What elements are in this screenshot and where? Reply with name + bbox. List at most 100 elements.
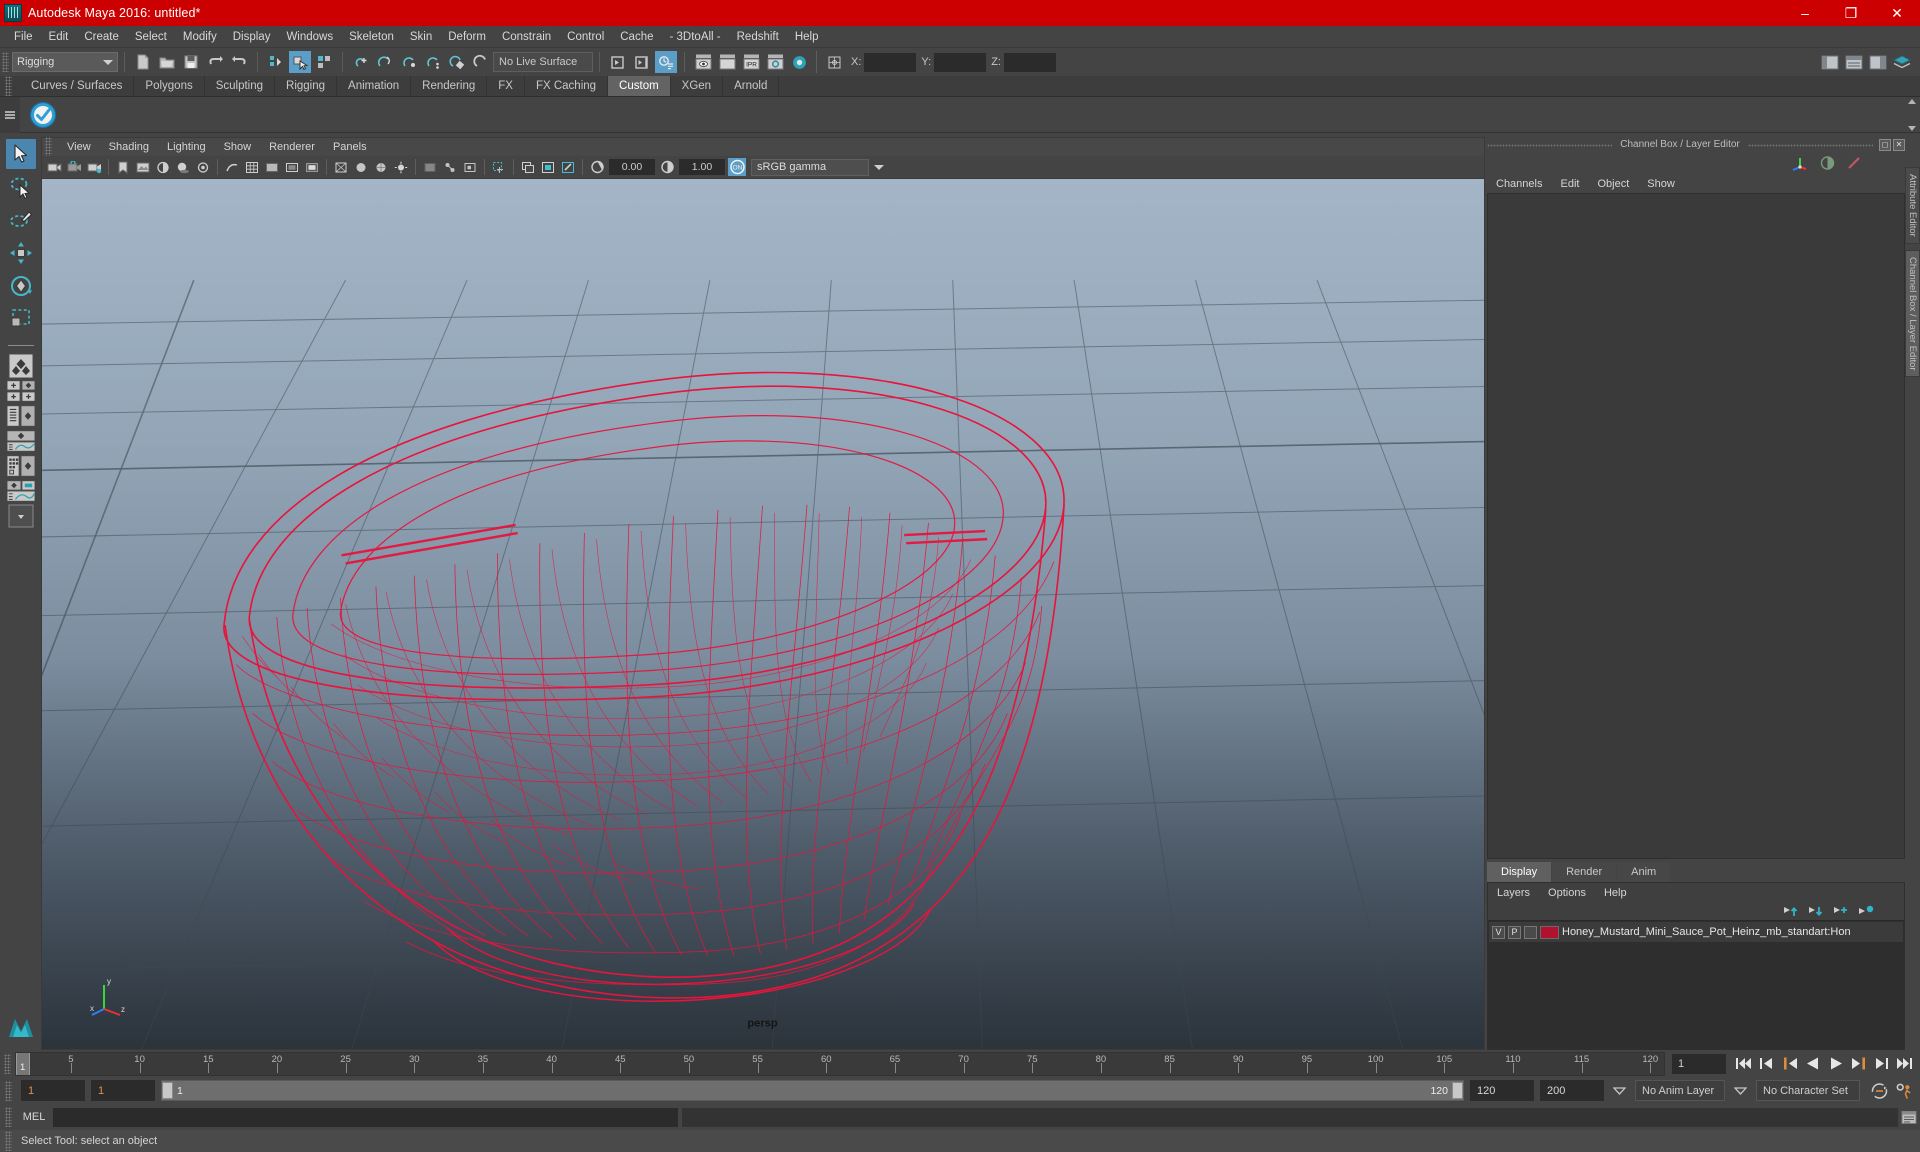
viewport-gripper[interactable]: [45, 137, 52, 157]
isolate-select-icon[interactable]: [490, 158, 508, 176]
auto-key-icon[interactable]: [1870, 1081, 1889, 1100]
ambient-occlusion-icon[interactable]: [194, 158, 212, 176]
layer-type-toggle[interactable]: [1524, 925, 1537, 939]
menu-cache[interactable]: Cache: [612, 29, 661, 45]
snap-to-pivot-icon[interactable]: [823, 51, 845, 73]
smooth-shade-icon[interactable]: [352, 158, 370, 176]
command-language-label[interactable]: MEL: [15, 1111, 53, 1123]
select-by-hierarchy-icon[interactable]: [265, 51, 287, 73]
coord-x-field[interactable]: [864, 52, 917, 72]
shelf-tab-polygons[interactable]: Polygons: [134, 76, 205, 96]
snap-view-plane-icon[interactable]: [446, 51, 468, 73]
menu-modify[interactable]: Modify: [175, 29, 225, 45]
shelf-tab-custom[interactable]: Custom: [608, 76, 671, 96]
live-surface-field[interactable]: No Live Surface: [493, 52, 593, 72]
color-profile-selector[interactable]: sRGB gamma: [751, 158, 869, 176]
close-button[interactable]: ✕: [1874, 0, 1920, 26]
ipr-render-icon[interactable]: IPR: [740, 51, 762, 73]
menu-redshift[interactable]: Redshift: [729, 29, 787, 45]
toggle-tool-settings-icon[interactable]: [1843, 51, 1865, 73]
layer-playback-toggle[interactable]: P: [1508, 925, 1521, 939]
render-setup-icon[interactable]: [764, 51, 786, 73]
layer-menu-layers[interactable]: Layers: [1488, 887, 1539, 899]
select-tool[interactable]: [5, 139, 36, 169]
toggle-layer-editor-icon[interactable]: [1891, 51, 1913, 73]
custom-checkmark-shelf-icon[interactable]: [28, 100, 58, 130]
film-gate-icon[interactable]: [263, 158, 281, 176]
attribute-editor-icon[interactable]: [1846, 155, 1863, 171]
motion-blur-icon[interactable]: [223, 158, 241, 176]
render-sequence-icon[interactable]: [692, 51, 714, 73]
lighting-toggle-icon[interactable]: [392, 158, 410, 176]
menu-windows[interactable]: Windows: [278, 29, 341, 45]
color-management-toggle[interactable]: ON: [728, 158, 746, 176]
move-layer-down-icon[interactable]: [1808, 905, 1824, 918]
layout-dropdown[interactable]: [7, 504, 35, 528]
shelf-tab-rendering[interactable]: Rendering: [411, 76, 488, 96]
rotate-tool[interactable]: [6, 271, 36, 301]
select-by-object-icon[interactable]: [289, 51, 311, 73]
time-slider[interactable]: 1 5 10 15 20 25 30 35 40 45 50 55 60 65 70 75 80 85 90 95 1…: [15, 1051, 1665, 1076]
range-right-handle[interactable]: [1452, 1082, 1463, 1099]
four-view-layout[interactable]: [6, 380, 35, 402]
go-to-end-icon[interactable]: [1895, 1054, 1914, 1073]
viewport-menu-panels[interactable]: Panels: [324, 138, 376, 156]
move-layer-up-icon[interactable]: [1783, 905, 1799, 918]
commandline-gripper[interactable]: [5, 1107, 12, 1127]
coord-z-field[interactable]: [1003, 52, 1056, 72]
shelf-tab-animation[interactable]: Animation: [337, 76, 412, 96]
menu-skeleton[interactable]: Skeleton: [341, 29, 402, 45]
viewport-menu-renderer[interactable]: Renderer: [260, 138, 324, 156]
gamma-field[interactable]: 1.00: [679, 159, 725, 175]
move-tool[interactable]: [6, 238, 36, 268]
new-scene-icon[interactable]: [132, 51, 154, 73]
xray-icon[interactable]: [421, 158, 439, 176]
lasso-select-tool[interactable]: [6, 172, 36, 202]
layer-visibility-toggle[interactable]: V: [1492, 925, 1505, 939]
viewport-menu-lighting[interactable]: Lighting: [158, 138, 215, 156]
minimize-button[interactable]: –: [1782, 0, 1828, 26]
rangeslider-gripper[interactable]: [5, 1080, 12, 1101]
snap-curve-icon[interactable]: [374, 51, 396, 73]
shelf-tab-fx[interactable]: FX: [487, 76, 525, 96]
paint-select-tool[interactable]: [6, 205, 36, 235]
menu-edit[interactable]: Edit: [41, 29, 77, 45]
snap-projected-center-icon[interactable]: [422, 51, 444, 73]
layer-row[interactable]: V P Honey_Mustard_Mini_Sauce_Pot_Heinz_m…: [1489, 922, 1903, 942]
xray-joints-icon[interactable]: [441, 158, 459, 176]
exposure-field[interactable]: 0.00: [609, 159, 655, 175]
shelf-tab-sculpting[interactable]: Sculpting: [205, 76, 276, 96]
channelbox-menu-show[interactable]: Show: [1638, 178, 1684, 190]
open-render-view-icon[interactable]: [607, 51, 629, 73]
step-forward-key-icon[interactable]: [1849, 1054, 1868, 1073]
animation-preferences-icon[interactable]: [1895, 1081, 1914, 1100]
persp-graph-layout[interactable]: [6, 430, 35, 452]
layer-list[interactable]: V P Honey_Mustard_Mini_Sauce_Pot_Heinz_m…: [1488, 920, 1904, 1049]
command-input[interactable]: [53, 1107, 678, 1127]
channelbox-menu-channels[interactable]: Channels: [1487, 178, 1551, 190]
menu-file[interactable]: File: [6, 29, 41, 45]
select-camera-icon[interactable]: [45, 158, 63, 176]
range-left-handle[interactable]: [162, 1082, 173, 1099]
play-forwards-icon[interactable]: [1826, 1054, 1845, 1073]
render-settings-icon[interactable]: [655, 51, 677, 73]
gate-mask-icon[interactable]: [303, 158, 321, 176]
viewport-menu-shading[interactable]: Shading: [100, 138, 158, 156]
shaded-textured-icon[interactable]: [372, 158, 390, 176]
channel-box-content[interactable]: [1487, 193, 1905, 859]
channelbox-menu-edit[interactable]: Edit: [1551, 178, 1588, 190]
menu-create[interactable]: Create: [76, 29, 127, 45]
menu-select[interactable]: Select: [127, 29, 175, 45]
grid-toggle-icon[interactable]: [243, 158, 261, 176]
hypershade-icon[interactable]: [788, 51, 810, 73]
outliner-persp-layout[interactable]: [6, 405, 35, 427]
helpline-gripper[interactable]: [5, 1131, 12, 1151]
shelf-options-button[interactable]: [0, 96, 20, 133]
menu-skin[interactable]: Skin: [402, 29, 440, 45]
layer-menu-help[interactable]: Help: [1595, 887, 1636, 899]
menu-display[interactable]: Display: [225, 29, 279, 45]
shelf-scroll-down-icon[interactable]: [1908, 126, 1916, 131]
current-frame-field[interactable]: 1: [1672, 1053, 1726, 1074]
character-set-chevron-down-icon[interactable]: [1731, 1081, 1750, 1100]
coord-y-field[interactable]: [934, 52, 987, 72]
